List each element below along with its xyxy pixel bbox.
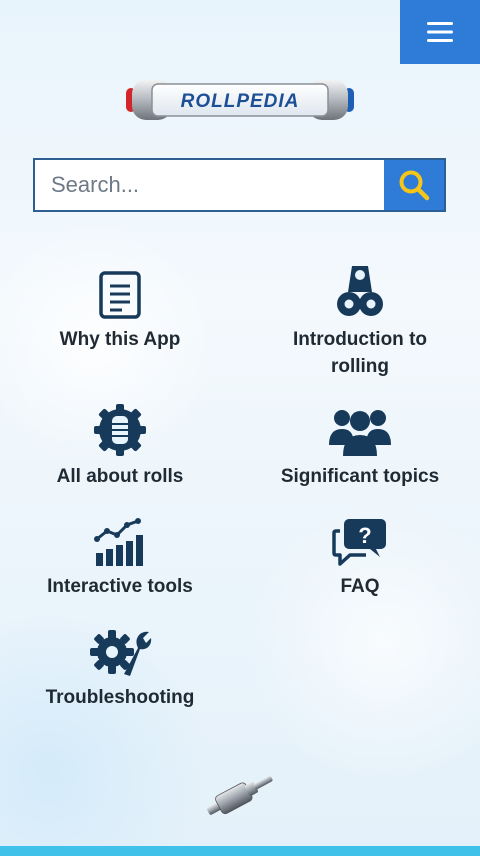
tile-label: Why this App [59, 329, 181, 350]
steel-roll-graphic [200, 768, 280, 822]
app-logo: ROLLPEDIA [122, 74, 358, 126]
logo-text: ROLLPEDIA [181, 91, 300, 112]
tile-label: FAQ [340, 576, 380, 597]
search-icon [399, 170, 430, 201]
document-icon [99, 271, 141, 319]
rolls-stack-icon [337, 266, 383, 316]
bar-chart-trend-icon [94, 518, 143, 566]
people-group-icon [329, 410, 391, 456]
roll-gear-icon [94, 404, 146, 456]
tile-all-about-rolls[interactable]: All about rolls [0, 395, 240, 490]
bottom-bar [0, 846, 480, 856]
tile-label: Significant topics [280, 466, 440, 487]
search-input[interactable] [35, 160, 384, 210]
search-bar [33, 158, 446, 212]
tile-introduction-to-rolling[interactable]: Introduction to rolling [240, 258, 480, 380]
svg-text:?: ? [358, 523, 371, 548]
gear-wrench-icon [90, 630, 152, 676]
tile-label: Introduction to rolling [292, 329, 428, 377]
menu-button[interactable] [400, 0, 480, 64]
tile-label: Troubleshooting [45, 687, 195, 708]
tile-troubleshooting[interactable]: Troubleshooting [0, 616, 240, 711]
tile-significant-topics[interactable]: Significant topics [240, 395, 480, 490]
tile-label: Interactive tools [47, 576, 193, 597]
tile-why-this-app[interactable]: Why this App [0, 258, 240, 353]
tile-faq[interactable]: ? FAQ [240, 505, 480, 600]
tile-interactive-tools[interactable]: Interactive tools [0, 505, 240, 600]
hamburger-menu-icon [427, 22, 453, 42]
tile-label: All about rolls [56, 466, 184, 487]
question-chat-icon: ? [332, 519, 386, 566]
search-button[interactable] [384, 160, 444, 210]
